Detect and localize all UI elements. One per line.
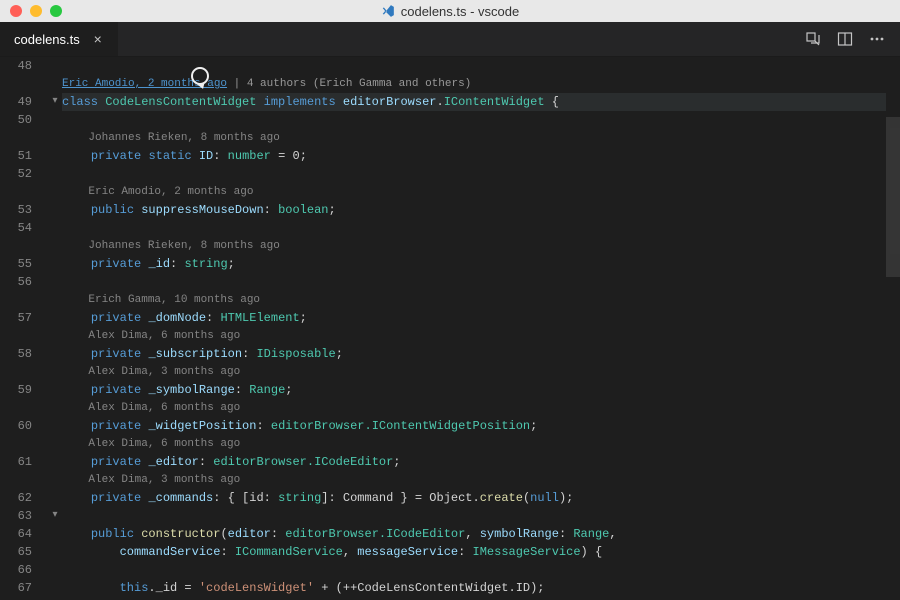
fold-indicator-icon[interactable]: ▾ <box>48 93 62 111</box>
code-line: private _id: string; <box>62 255 886 273</box>
code-line <box>62 561 886 579</box>
code-line: public constructor(editor: editorBrowser… <box>62 525 886 543</box>
tab-label: codelens.ts <box>14 32 80 47</box>
blame-annotation: Alex Dima, 3 months ago <box>62 471 886 489</box>
more-actions-icon[interactable] <box>868 30 886 48</box>
open-changes-icon[interactable] <box>804 30 822 48</box>
line-number: 57 <box>0 309 44 327</box>
line-number: 54 <box>0 219 44 237</box>
line-number: 48 <box>0 57 44 75</box>
scrollbar-thumb[interactable] <box>886 117 900 277</box>
vscode-icon <box>381 4 395 18</box>
tab-codelens-ts[interactable]: codelens.ts × <box>0 22 119 56</box>
line-number: 56 <box>0 273 44 291</box>
code-line: this._id = 'codeLensWidget' + (++CodeLen… <box>62 579 886 597</box>
blame-annotation: Johannes Rieken, 8 months ago <box>62 237 886 255</box>
code-line: commandService: ICommandService, message… <box>62 543 886 561</box>
blame-annotation: Johannes Rieken, 8 months ago <box>62 129 886 147</box>
line-number: 60 <box>0 417 44 435</box>
codelens-separator: | <box>227 78 247 90</box>
code-line: private static ID: number = 0; <box>62 147 886 165</box>
line-number: 53 <box>0 201 44 219</box>
code-line <box>62 219 886 237</box>
code-line: private _commands: { [id: string]: Comma… <box>62 489 886 507</box>
minimize-window-button[interactable] <box>30 5 42 17</box>
line-number: 58 <box>0 345 44 363</box>
line-number: 49 <box>0 93 44 111</box>
blame-annotation: Alex Dima, 6 months ago <box>62 399 886 417</box>
editor-tab-row: codelens.ts × <box>0 22 900 57</box>
editor[interactable]: 48 49 50 51 52 53 54 55 56 57 58 59 60 6… <box>0 57 900 600</box>
blame-annotation: Alex Dima, 6 months ago <box>62 435 886 453</box>
codelens-authors-text[interactable]: 4 authors (Erich Gamma and others) <box>247 78 471 90</box>
code-line: private _symbolRange: Range; <box>62 381 886 399</box>
blame-annotation: Eric Amodio, 2 months ago <box>62 183 886 201</box>
gutter: 48 49 50 51 52 53 54 55 56 57 58 59 60 6… <box>0 57 48 600</box>
codelens-author-link[interactable]: Eric Amodio, 2 months ago <box>62 78 227 90</box>
codelens-annotation: Eric Amodio, 2 months ago | 4 authors (E… <box>62 75 886 93</box>
line-number: 64 <box>0 525 44 543</box>
editor-actions <box>790 22 900 56</box>
split-editor-icon[interactable] <box>836 30 854 48</box>
line-number: 62 <box>0 489 44 507</box>
line-number: 66 <box>0 561 44 579</box>
blame-annotation: Alex Dima, 6 months ago <box>62 327 886 345</box>
code-line <box>62 507 886 525</box>
code-line: class CodeLensContentWidget implements e… <box>62 93 886 111</box>
code-line: private _subscription: IDisposable; <box>62 345 886 363</box>
window-title: codelens.ts - vscode <box>0 4 900 19</box>
line-number: 63 <box>0 507 44 525</box>
line-number: 55 <box>0 255 44 273</box>
code-line: public suppressMouseDown: boolean; <box>62 201 886 219</box>
blame-annotation: Erich Gamma, 10 months ago <box>62 291 886 309</box>
close-window-button[interactable] <box>10 5 22 17</box>
code-line: private _domNode: HTMLElement; <box>62 309 886 327</box>
fold-column: ▾ ▾ <box>48 57 62 600</box>
line-number: 59 <box>0 381 44 399</box>
code-line <box>62 273 886 291</box>
blame-annotation: Alex Dima, 3 months ago <box>62 363 886 381</box>
fold-indicator-icon[interactable]: ▾ <box>48 507 62 525</box>
code-area[interactable]: Eric Amodio, 2 months ago | 4 authors (E… <box>62 57 900 600</box>
line-number: 51 <box>0 147 44 165</box>
code-line <box>62 165 886 183</box>
window-title-text: codelens.ts - vscode <box>401 4 520 19</box>
line-number: 67 <box>0 579 44 597</box>
code-line <box>62 57 886 75</box>
line-number: 61 <box>0 453 44 471</box>
line-number: 52 <box>0 165 44 183</box>
tab-spacer <box>119 22 790 56</box>
tab-close-icon[interactable]: × <box>90 31 106 47</box>
line-number: 50 <box>0 111 44 129</box>
titlebar: codelens.ts - vscode <box>0 0 900 22</box>
code-line: private _widgetPosition: editorBrowser.I… <box>62 417 886 435</box>
code-line: private _editor: editorBrowser.ICodeEdit… <box>62 453 886 471</box>
line-number: 65 <box>0 543 44 561</box>
zoom-window-button[interactable] <box>50 5 62 17</box>
traffic-lights <box>0 5 62 17</box>
code-line <box>62 111 886 129</box>
